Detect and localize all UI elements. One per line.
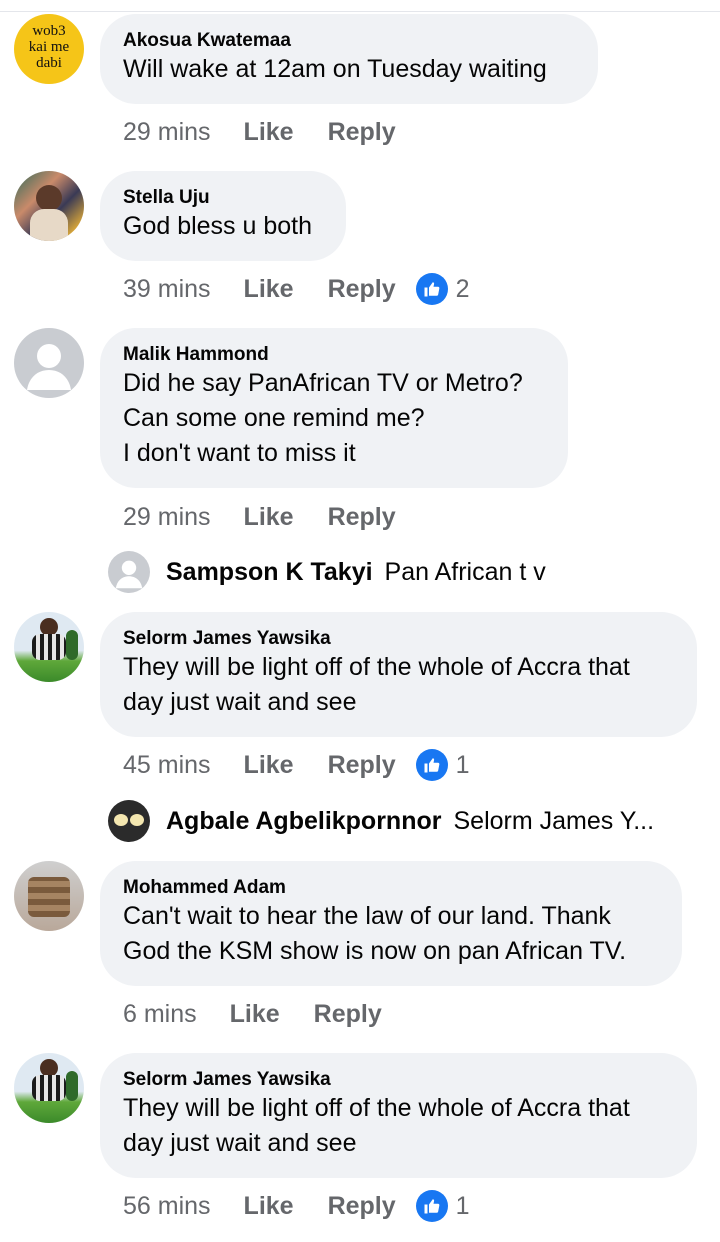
comment-actions: 45 mins Like Reply 1 bbox=[123, 748, 470, 782]
reply-button[interactable]: Reply bbox=[328, 118, 396, 147]
comment-author[interactable]: Selorm James Yawsika bbox=[123, 1069, 674, 1091]
top-divider bbox=[0, 11, 720, 12]
reply-text: Selorm James Y... bbox=[453, 806, 655, 835]
reaction-count: 1 bbox=[455, 1191, 470, 1220]
comment-author[interactable]: Malik Hammond bbox=[123, 344, 545, 366]
reply-author[interactable]: Sampson K Takyi bbox=[166, 558, 373, 587]
comment-author[interactable]: Selorm James Yawsika bbox=[123, 628, 674, 650]
comment-actions: 39 mins Like Reply 2 bbox=[123, 272, 470, 306]
comment-text: Can't wait to hear the law of our land. … bbox=[123, 902, 611, 930]
comment-text: Will wake at 12am on Tuesday waiting bbox=[123, 55, 547, 83]
comment-bubble[interactable]: Akosua Kwatemaa Will wake at 12am on Tue… bbox=[100, 14, 598, 104]
avatar[interactable] bbox=[108, 800, 150, 842]
like-button[interactable]: Like bbox=[244, 503, 294, 532]
reaction-count: 2 bbox=[455, 274, 470, 303]
comment-text: I don't want to miss it bbox=[123, 439, 356, 467]
reply-author[interactable]: Agbale Agbelikpornnor bbox=[166, 807, 441, 836]
reply-button[interactable]: Reply bbox=[328, 503, 396, 532]
like-button[interactable]: Like bbox=[244, 118, 294, 147]
reply-text: Pan African t v bbox=[384, 557, 546, 586]
like-button[interactable]: Like bbox=[244, 751, 294, 780]
comment-author[interactable]: Akosua Kwatemaa bbox=[123, 30, 575, 52]
avatar[interactable] bbox=[14, 861, 84, 931]
default-avatar-icon bbox=[115, 560, 143, 589]
reaction-summary[interactable]: 2 bbox=[415, 273, 470, 305]
comment-text: Can some one remind me? bbox=[123, 404, 425, 432]
comment-text: God bless u both bbox=[123, 212, 313, 240]
avatar[interactable] bbox=[14, 171, 84, 241]
reply-button[interactable]: Reply bbox=[328, 1192, 396, 1221]
reply-button[interactable]: Reply bbox=[314, 1000, 382, 1029]
thumbs-up-icon bbox=[415, 1190, 448, 1222]
reaction-summary[interactable]: 1 bbox=[415, 749, 470, 781]
like-button[interactable]: Like bbox=[244, 1192, 294, 1221]
default-avatar-icon bbox=[27, 344, 71, 390]
comment-time[interactable]: 39 mins bbox=[123, 275, 211, 304]
avatar[interactable] bbox=[14, 1053, 84, 1123]
comment-bubble[interactable]: Selorm James Yawsika They will be light … bbox=[100, 1053, 697, 1178]
reaction-count: 1 bbox=[455, 750, 470, 779]
avatar[interactable] bbox=[108, 551, 150, 593]
comment-actions: 6 mins Like Reply bbox=[123, 997, 382, 1031]
comment-bubble[interactable]: Mohammed Adam Can't wait to hear the law… bbox=[100, 861, 682, 986]
comment-text: day just wait and see bbox=[123, 1129, 357, 1157]
comment-time[interactable]: 45 mins bbox=[123, 751, 211, 780]
reply-button[interactable]: Reply bbox=[328, 751, 396, 780]
reply-preview[interactable]: Sampson K Takyi Pan African t v bbox=[108, 551, 546, 593]
comment-text: God the KSM show is now on pan African T… bbox=[123, 937, 627, 965]
avatar-text: dabi bbox=[36, 55, 62, 71]
comment-bubble[interactable]: Malik Hammond Did he say PanAfrican TV o… bbox=[100, 328, 568, 488]
avatar[interactable] bbox=[14, 612, 84, 682]
avatar-text: wob3 bbox=[32, 23, 66, 39]
comment-actions: 29 mins Like Reply bbox=[123, 500, 396, 534]
comment-text: They will be light off of the whole of A… bbox=[123, 653, 630, 681]
comment-time[interactable]: 29 mins bbox=[123, 118, 211, 147]
avatar[interactable]: wob3 kai me dabi bbox=[14, 14, 84, 84]
comment-actions: 29 mins Like Reply bbox=[123, 115, 396, 149]
comment-author[interactable]: Stella Uju bbox=[123, 187, 323, 209]
comment-actions: 56 mins Like Reply 1 bbox=[123, 1189, 470, 1223]
comment-bubble[interactable]: Selorm James Yawsika They will be light … bbox=[100, 612, 697, 737]
comment-text: day just wait and see bbox=[123, 688, 357, 716]
like-button[interactable]: Like bbox=[244, 275, 294, 304]
avatar-text: kai me bbox=[28, 39, 70, 55]
like-button[interactable]: Like bbox=[230, 1000, 280, 1029]
avatar[interactable] bbox=[14, 328, 84, 398]
comment-bubble[interactable]: Stella Uju God bless u both bbox=[100, 171, 346, 261]
reaction-summary[interactable]: 1 bbox=[415, 1190, 470, 1222]
comment-time[interactable]: 6 mins bbox=[123, 1000, 197, 1029]
thumbs-up-icon bbox=[415, 273, 448, 305]
reply-preview[interactable]: Agbale Agbelikpornnor Selorm James Y... bbox=[108, 800, 654, 842]
reply-button[interactable]: Reply bbox=[328, 275, 396, 304]
comment-time[interactable]: 56 mins bbox=[123, 1192, 211, 1221]
comment-time[interactable]: 29 mins bbox=[123, 503, 211, 532]
comment-author[interactable]: Mohammed Adam bbox=[123, 877, 659, 899]
thumbs-up-icon bbox=[415, 749, 448, 781]
comment-text: They will be light off of the whole of A… bbox=[123, 1094, 630, 1122]
comment-text: Did he say PanAfrican TV or Metro? bbox=[123, 369, 523, 397]
